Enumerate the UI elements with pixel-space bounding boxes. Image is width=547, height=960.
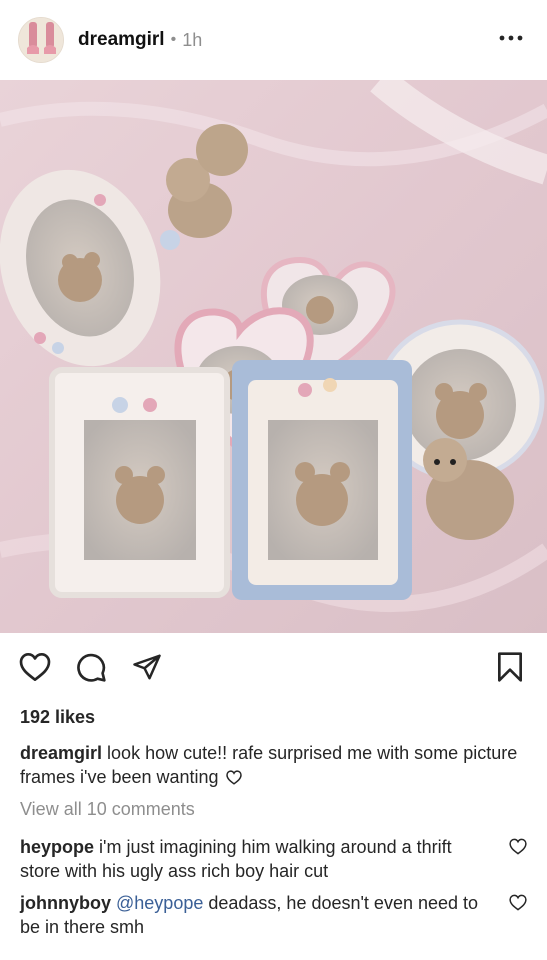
comment-item: heypope i'm just imagining him walking a… [0,835,547,883]
comment-heart-icon[interactable] [509,893,527,911]
view-all-comments-link[interactable]: View all 10 comments [0,791,547,825]
caption: dreamgirl look how cute!! rafe surprised… [0,731,547,791]
heart-emoji-icon [225,767,242,791]
comment-username[interactable]: heypope [20,837,94,857]
action-bar [0,633,547,701]
comment-mention[interactable]: @heypope [116,893,203,913]
caption-username[interactable]: dreamgirl [20,743,102,763]
heart-icon[interactable] [18,650,52,684]
likes-count[interactable]: 192 likes [0,701,547,731]
comment-username[interactable]: johnnyboy [20,893,111,913]
username[interactable]: dreamgirl [78,29,165,51]
comment-heart-icon[interactable] [509,837,527,855]
more-options-icon[interactable] [497,24,525,52]
share-icon[interactable] [130,650,164,684]
post-time: 1h [182,29,203,50]
post-header: dreamgirl • 1h [0,0,547,80]
comment-item: johnnyboy @heypope deadass, he doesn't e… [0,891,547,939]
post-image[interactable] [0,80,547,633]
separator-dot: • [170,31,177,48]
avatar[interactable] [18,17,64,63]
bookmark-icon[interactable] [493,650,527,684]
comment-icon[interactable] [74,650,108,684]
